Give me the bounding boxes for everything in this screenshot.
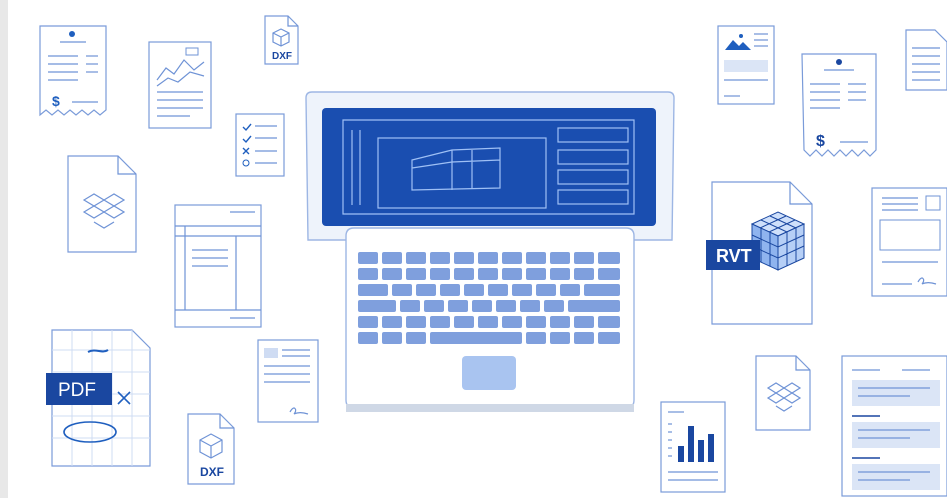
- table-document-icon: [174, 204, 262, 328]
- dropbox-file-icon: [755, 355, 811, 431]
- report-chart-document-icon: [148, 41, 212, 129]
- dxf-file-icon: DXF: [264, 15, 299, 65]
- dxf-label: DXF: [200, 465, 224, 479]
- touchpad: [462, 356, 516, 390]
- signed-document-icon: [257, 339, 319, 423]
- rvt-label: RVT: [716, 246, 752, 266]
- bar-chart-document-icon: [660, 401, 726, 493]
- illustration: .ln { stroke:#6f93d6; stroke-width:1.2; …: [0, 0, 947, 498]
- rvt-file-icon: RVT: [706, 181, 813, 325]
- receipt-document-icon: $: [801, 53, 877, 157]
- document-icon: [905, 29, 947, 91]
- dollar-symbol: $: [816, 133, 825, 150]
- image-document-icon: [717, 25, 775, 105]
- pdf-label: PDF: [58, 380, 96, 401]
- dxf-file-icon: DXF: [187, 413, 235, 485]
- dxf-label: DXF: [272, 51, 292, 62]
- receipt-document-icon: $: [39, 25, 107, 117]
- list-document-icon: [841, 355, 947, 497]
- dollar-symbol: $: [52, 93, 60, 109]
- form-document-icon: [871, 187, 947, 297]
- illustration-canvas: .ln { stroke:#6f93d6; stroke-width:1.2; …: [39, 15, 947, 497]
- pdf-blueprint-icon: PDF: [46, 329, 151, 467]
- dropbox-file-icon: [67, 155, 137, 253]
- laptop: [305, 91, 675, 412]
- checklist-document-icon: [235, 113, 285, 177]
